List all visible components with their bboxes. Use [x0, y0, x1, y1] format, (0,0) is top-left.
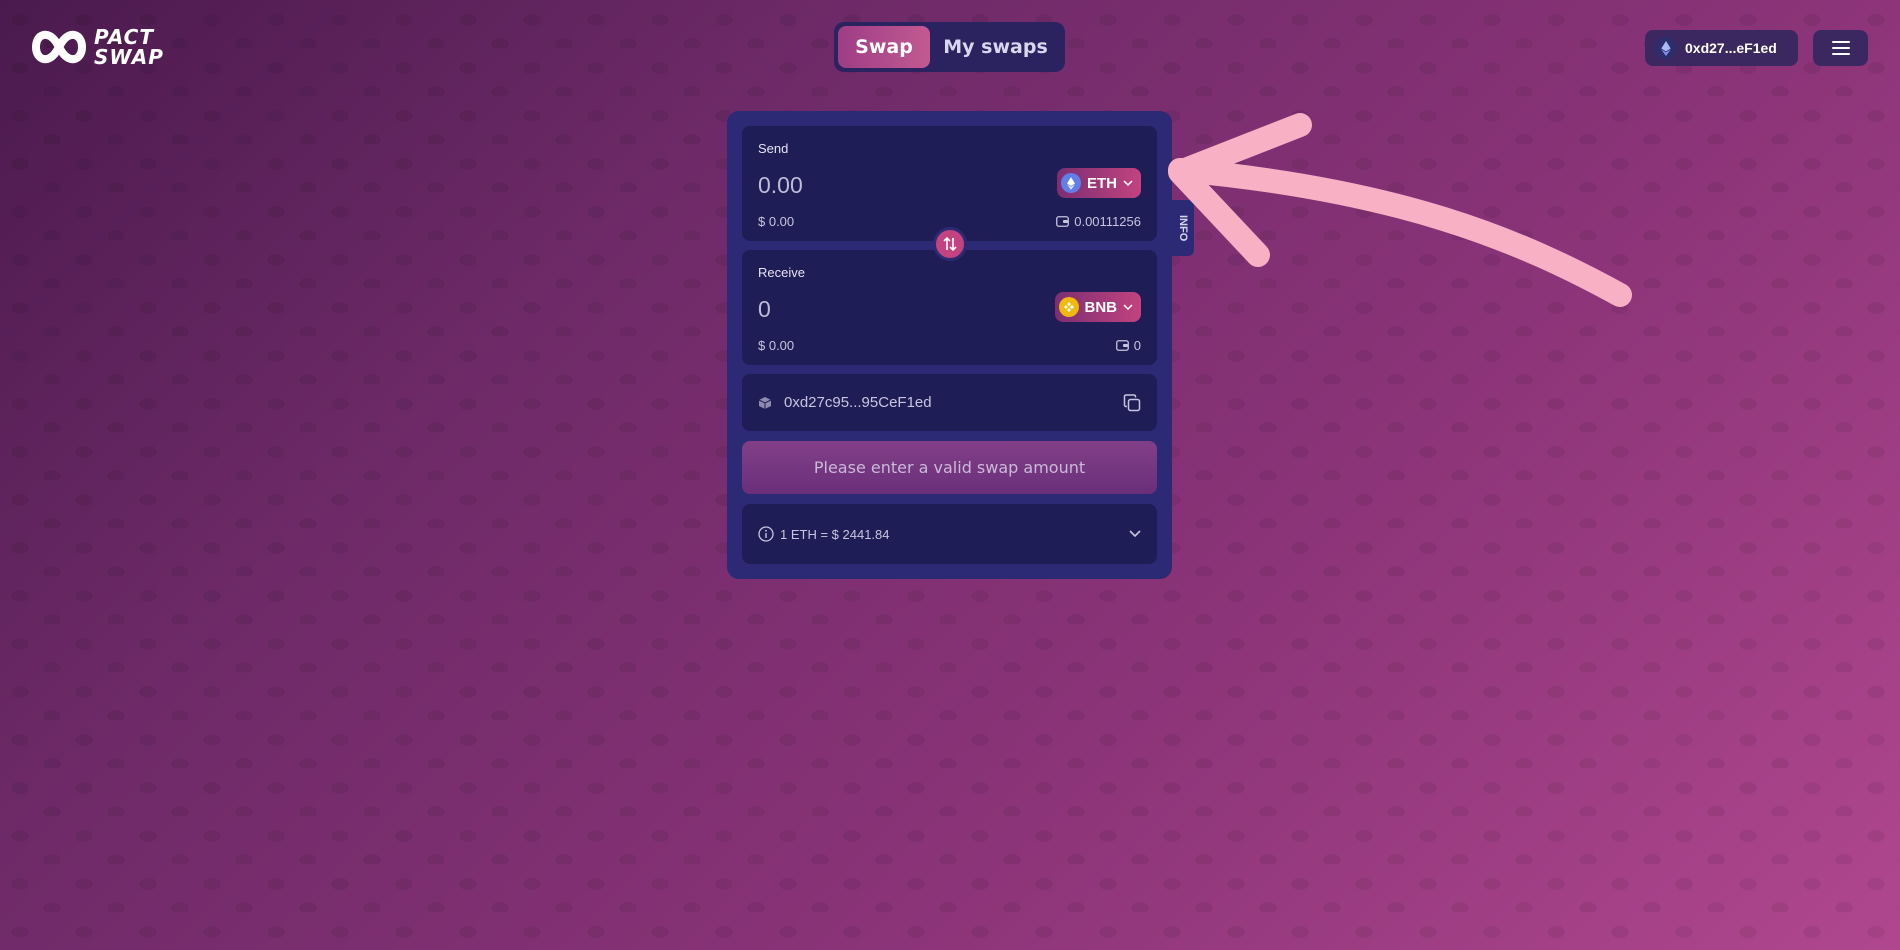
hamburger-icon — [1831, 41, 1850, 55]
exchange-rate: 1 ETH = $ 2441.84 — [780, 526, 890, 542]
chevron-down-icon — [1123, 180, 1133, 186]
info-side-tab[interactable]: INFO — [1172, 200, 1194, 256]
wallet-button[interactable]: 0xd27...eF1ed — [1645, 30, 1798, 66]
receive-balance-value: 0 — [1133, 338, 1141, 353]
swap-arrows-icon — [943, 236, 957, 252]
send-label: Send — [758, 141, 789, 156]
wallet-icon — [1056, 216, 1070, 227]
send-amount-input[interactable]: 0.00 — [758, 172, 803, 199]
send-token-selector[interactable]: ETH — [1057, 168, 1141, 198]
receive-token-symbol: BNB — [1084, 298, 1118, 316]
pactswap-logo-icon — [31, 30, 87, 64]
tab-my-swaps[interactable]: My swaps — [930, 26, 1061, 68]
bnb-token-icon — [1058, 297, 1079, 317]
swap-card: Send 0.00 ETH $ 0.00 0.00111256 Receive … — [727, 111, 1172, 579]
swap-direction-button[interactable] — [933, 227, 967, 261]
menu-button[interactable] — [1813, 30, 1868, 66]
wallet-icon — [1115, 340, 1129, 351]
info-icon — [758, 526, 774, 542]
recipient-address-panel: 0xd27c95...95CeF1ed — [742, 374, 1157, 431]
recipient-address: 0xd27c95...95CeF1ed — [784, 394, 932, 411]
swap-submit-button[interactable]: Please enter a valid swap amount — [742, 441, 1157, 494]
send-balance-value: 0.00111256 — [1074, 214, 1141, 229]
info-side-tab-label: INFO — [1177, 214, 1189, 242]
eth-token-icon — [1061, 173, 1081, 193]
cube-icon — [758, 396, 772, 409]
rate-panel[interactable]: 1 ETH = $ 2441.84 — [742, 504, 1157, 564]
chevron-down-icon — [1129, 530, 1141, 538]
nav-tabs: Swap My swaps — [834, 22, 1065, 72]
copy-icon[interactable] — [1123, 393, 1141, 412]
receive-usd-value: $ 0.00 — [758, 338, 795, 353]
send-token-symbol: ETH — [1087, 174, 1117, 192]
brand-logo[interactable]: PACT SWAP — [30, 24, 164, 70]
chevron-down-icon — [1123, 304, 1133, 310]
brand-wordmark: PACT SWAP — [94, 27, 164, 67]
tab-swap[interactable]: Swap — [838, 26, 930, 68]
brand-line-1: PACT — [94, 25, 155, 49]
receive-amount: 0 — [758, 296, 771, 322]
ethereum-icon — [1655, 37, 1677, 59]
annotation-arrow — [1168, 113, 1632, 307]
receive-panel: Receive 0 BNB $ 0.00 0 — [742, 250, 1157, 365]
send-usd-value: $ 0.00 — [758, 214, 795, 229]
receive-token-selector[interactable]: BNB — [1054, 292, 1141, 322]
send-balance: 0.00111256 — [1056, 214, 1141, 229]
wallet-address: 0xd27...eF1ed — [1685, 40, 1777, 56]
receive-balance: 0 — [1115, 338, 1141, 353]
receive-label: Receive — [758, 265, 805, 280]
send-panel: Send 0.00 ETH $ 0.00 0.00111256 — [742, 126, 1157, 241]
brand-line-2: SWAP — [94, 45, 164, 69]
